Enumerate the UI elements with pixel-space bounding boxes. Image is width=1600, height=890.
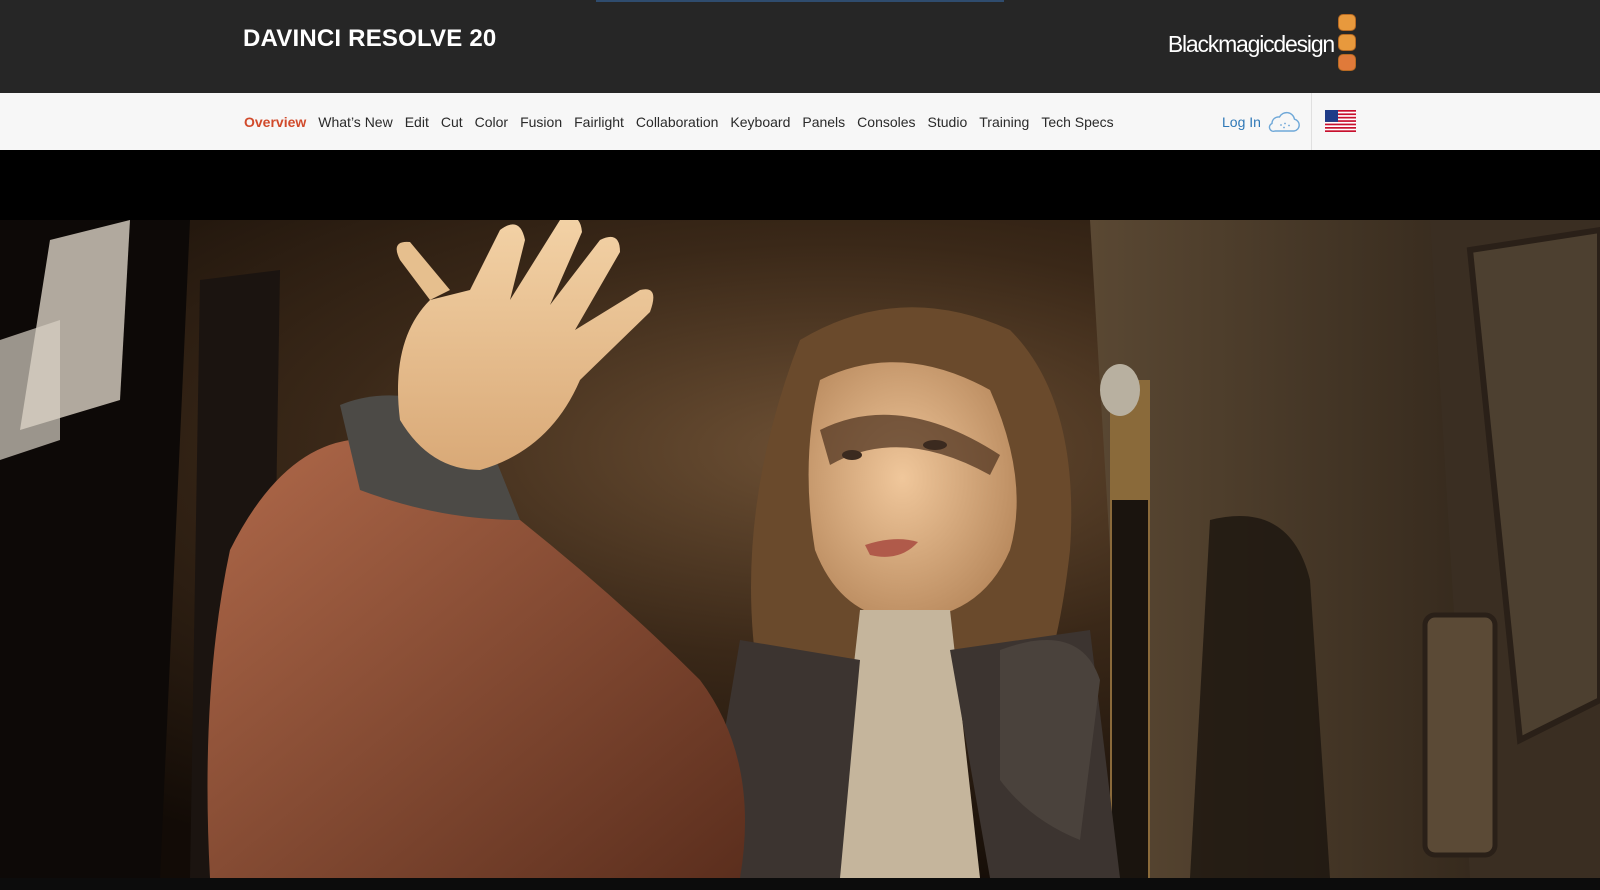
nav-item-overview[interactable]: Overview xyxy=(244,114,306,130)
nav-item-consoles[interactable]: Consoles xyxy=(857,114,915,130)
hero-letterbox-bottom xyxy=(0,878,1600,890)
nav-item-studio[interactable]: Studio xyxy=(928,114,968,130)
nav-item-whats-new[interactable]: What’s New xyxy=(318,114,392,130)
login-link[interactable]: Log In xyxy=(1222,93,1301,150)
nav-divider xyxy=(1311,93,1312,150)
nav-item-tech-specs[interactable]: Tech Specs xyxy=(1041,114,1113,130)
main-nav: Overview What’s New Edit Cut Color Fusio… xyxy=(0,93,1600,150)
product-title[interactable]: DAVINCI RESOLVE 20 xyxy=(243,25,496,53)
loading-indicator xyxy=(596,0,1004,2)
site-header: DAVINCI RESOLVE 20 Blackmagicdesign xyxy=(0,0,1600,93)
hero-film-still xyxy=(0,220,1600,878)
nav-item-edit[interactable]: Edit xyxy=(405,114,429,130)
brand-logo[interactable]: Blackmagicdesign xyxy=(1168,12,1356,72)
nav-item-keyboard[interactable]: Keyboard xyxy=(730,114,790,130)
us-flag-icon[interactable] xyxy=(1325,110,1356,132)
cloud-icon xyxy=(1267,111,1301,133)
nav-list: Overview What’s New Edit Cut Color Fusio… xyxy=(244,93,1126,150)
nav-item-color[interactable]: Color xyxy=(475,114,508,130)
nav-item-collaboration[interactable]: Collaboration xyxy=(636,114,719,130)
hero-letterbox-top xyxy=(0,150,1600,220)
brand-name: Blackmagicdesign xyxy=(1167,30,1335,57)
nav-item-panels[interactable]: Panels xyxy=(802,114,845,130)
nav-item-training[interactable]: Training xyxy=(979,114,1029,130)
nav-item-fusion[interactable]: Fusion xyxy=(520,114,562,130)
login-label: Log In xyxy=(1222,113,1261,130)
nav-item-fairlight[interactable]: Fairlight xyxy=(574,114,624,130)
nav-item-cut[interactable]: Cut xyxy=(441,114,463,130)
blackmagic-squares-icon xyxy=(1338,13,1356,71)
